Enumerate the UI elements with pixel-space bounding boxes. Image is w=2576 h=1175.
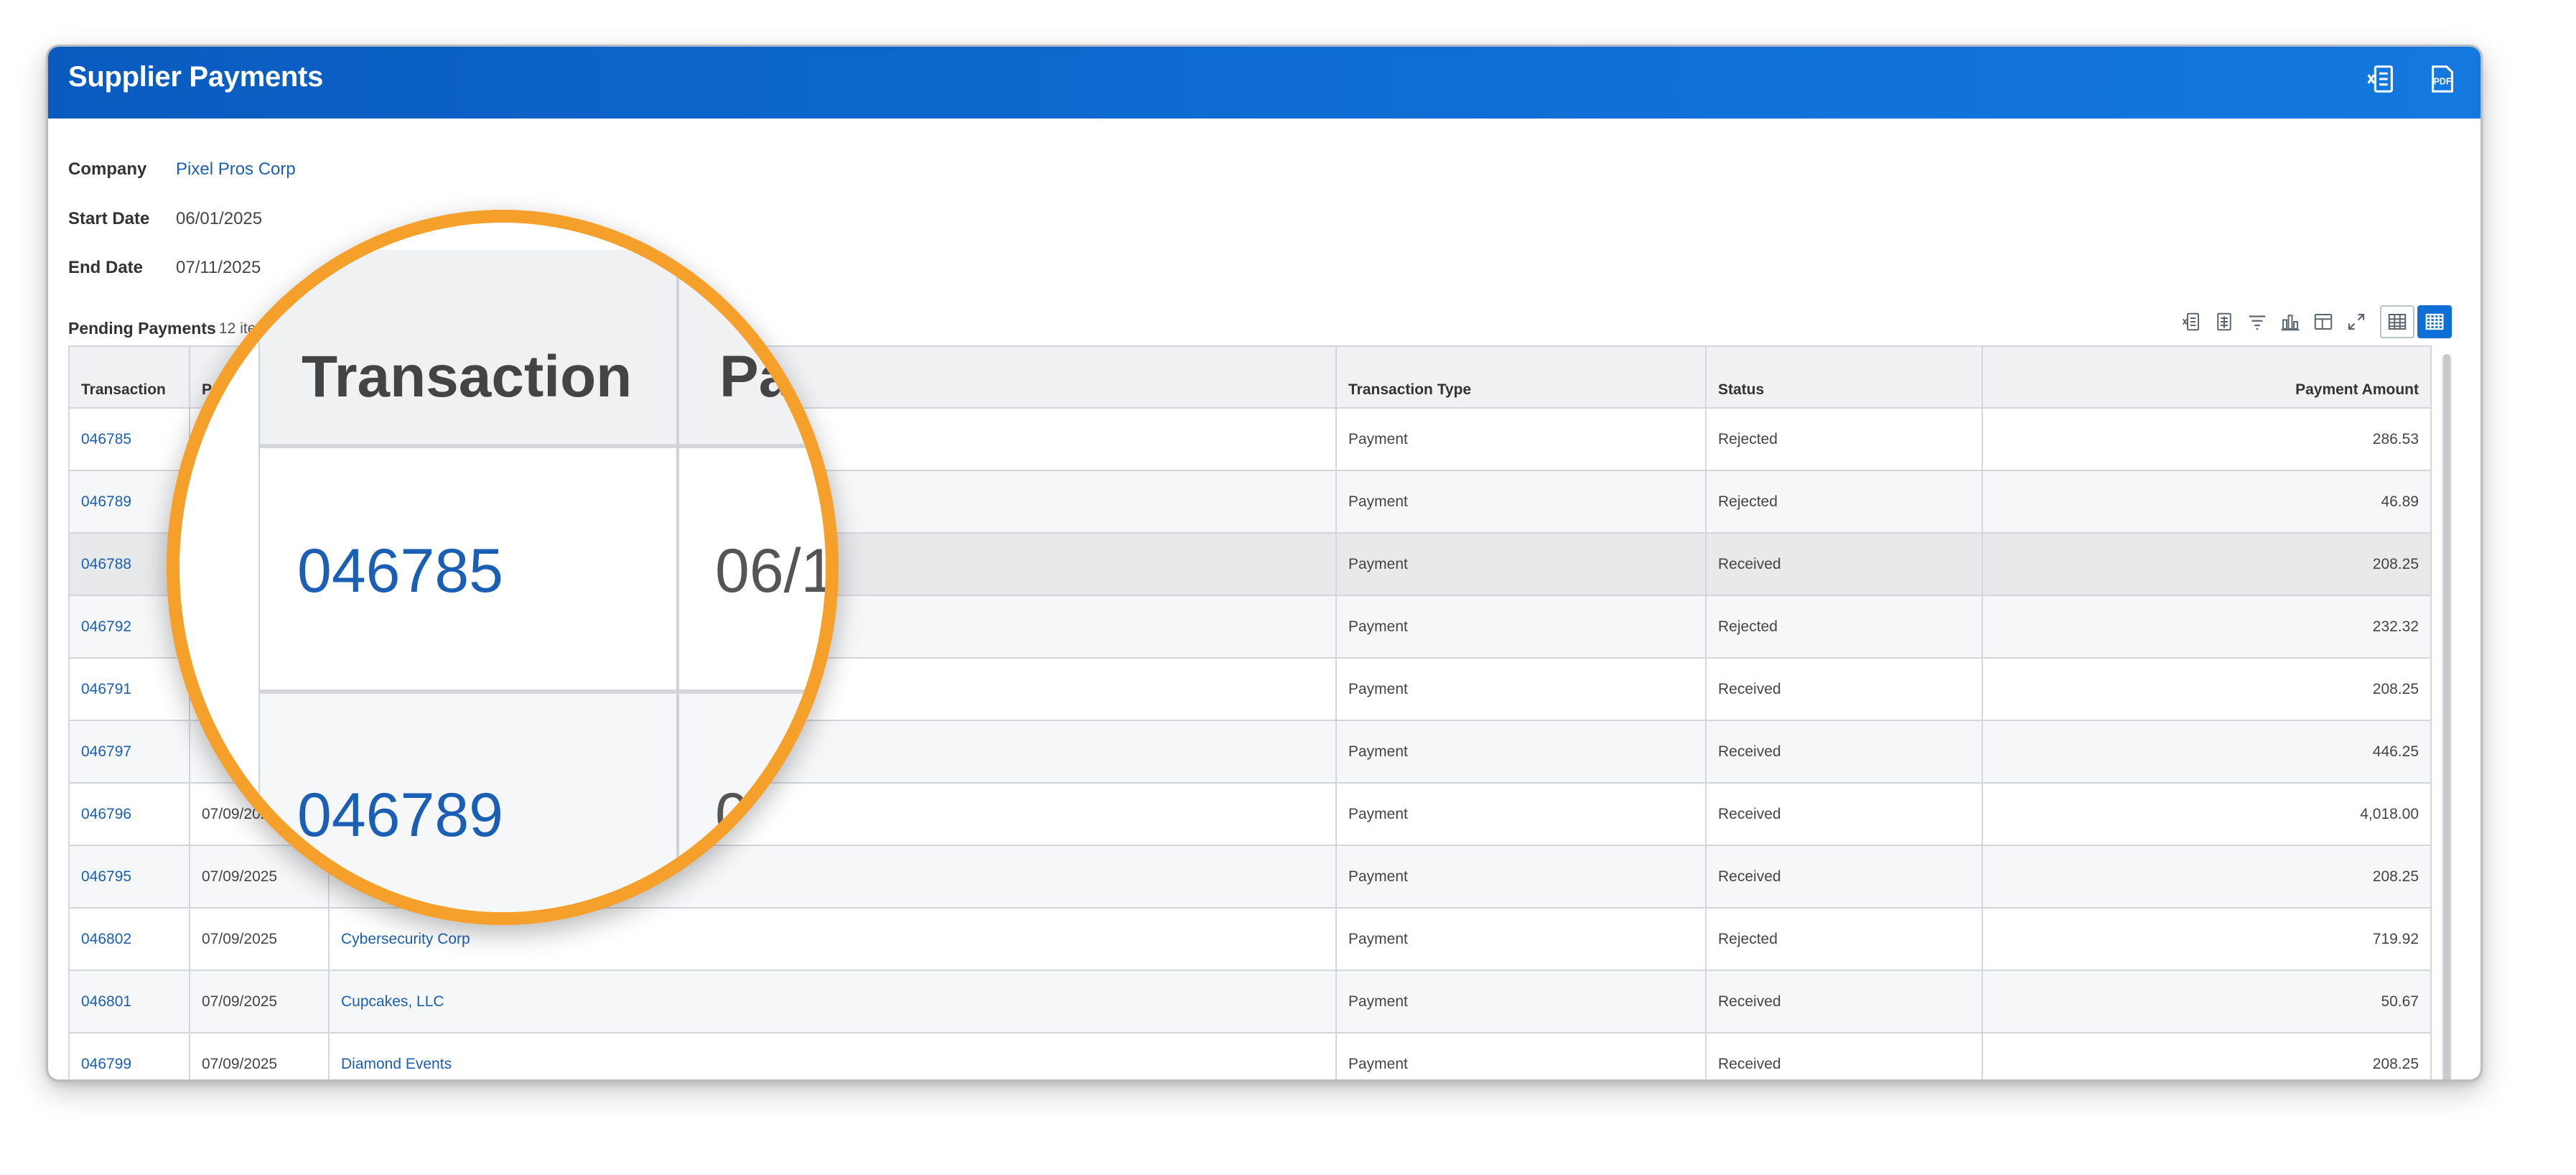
payment-date-cell: 07/09/2025 <box>190 908 330 971</box>
payment-amount-cell: 208.25 <box>1982 658 2432 721</box>
status-cell: Received <box>1706 658 1983 721</box>
status-cell: Received <box>1706 970 1983 1034</box>
magnified-date-1: 06/1 <box>715 537 836 605</box>
column-header-transaction-type[interactable]: Transaction Type <box>1336 346 1707 409</box>
magnified-transaction-1: 046785 <box>297 537 503 605</box>
payment-amount-cell: 46.89 <box>1982 470 2432 534</box>
start-date-label: Start Date <box>68 209 150 228</box>
transaction-type-cell: Payment <box>1336 595 1707 659</box>
filter-icon[interactable] <box>2242 307 2272 337</box>
payment-date-cell: 07/09/2025 <box>190 1033 330 1079</box>
status-cell: Rejected <box>1706 908 1983 971</box>
export-pdf-icon[interactable]: PDF <box>2426 62 2459 96</box>
table-row[interactable]: 046801 07/09/2025 Cupcakes, LLC Payment Rece… <box>69 970 2432 1034</box>
payment-amount-cell: 50.67 <box>1982 970 2432 1034</box>
status-cell: Received <box>1706 845 1983 909</box>
status-cell: Rejected <box>1706 470 1983 534</box>
table-view-icon[interactable] <box>2380 305 2414 338</box>
supplier-link[interactable]: Diamond Events <box>329 1033 1337 1079</box>
transaction-type-cell: Payment <box>1336 470 1707 534</box>
magnifier-callout: Transaction Pay 046785 06/1 046789 07 <box>167 210 839 925</box>
transaction-type-cell: Payment <box>1336 783 1707 846</box>
magnified-column-border <box>258 228 260 912</box>
transaction-link[interactable]: 046795 <box>69 845 190 909</box>
export-excel-icon[interactable] <box>2176 307 2206 337</box>
payment-date-cell: 07/09/2025 <box>190 970 330 1034</box>
column-header-payment-amount[interactable]: Payment Amount <box>1982 346 2432 409</box>
column-header-status[interactable]: Status <box>1706 346 1983 409</box>
title-bar: Supplier Payments PDF <box>48 47 2481 119</box>
transaction-type-cell: Payment <box>1336 970 1707 1034</box>
magnified-header-transaction: Transaction <box>302 344 633 409</box>
table-row[interactable]: 046799 07/09/2025 Diamond Events Payment Rec… <box>69 1033 2432 1079</box>
fullscreen-icon[interactable] <box>2341 307 2371 337</box>
chart-icon[interactable] <box>2275 307 2305 337</box>
magnified-header-payment: Pay <box>719 344 824 409</box>
magnified-divider <box>258 444 826 448</box>
status-cell: Received <box>1706 783 1983 846</box>
transaction-link[interactable]: 046785 <box>69 408 190 471</box>
payment-amount-cell: 286.53 <box>1982 408 2432 471</box>
magnified-divider <box>258 689 826 694</box>
magnified-date-2: 07 <box>715 781 784 850</box>
transaction-link[interactable]: 046802 <box>69 908 190 971</box>
transaction-link[interactable]: 046791 <box>69 658 190 721</box>
transaction-link[interactable]: 046796 <box>69 783 190 846</box>
payment-amount-cell: 232.32 <box>1982 595 2432 659</box>
transaction-type-cell: Payment <box>1336 1033 1707 1079</box>
status-cell: Received <box>1706 720 1983 784</box>
magnified-column-border <box>676 228 679 912</box>
payment-amount-cell: 446.25 <box>1982 720 2432 784</box>
grid-view-icon[interactable] <box>2417 305 2452 338</box>
transaction-type-cell: Payment <box>1336 533 1707 596</box>
transaction-type-cell: Payment <box>1336 720 1707 784</box>
payment-amount-cell: 719.92 <box>1982 908 2432 971</box>
table-toolbar <box>2176 305 2452 338</box>
page-title: Supplier Payments <box>68 61 324 93</box>
export-worksheet-icon[interactable] <box>2209 307 2239 337</box>
transaction-type-cell: Payment <box>1336 908 1707 971</box>
transaction-type-cell: Payment <box>1336 658 1707 721</box>
transaction-link[interactable]: 046801 <box>69 970 190 1034</box>
column-header-transaction[interactable]: Transaction <box>69 346 190 409</box>
supplier-link[interactable]: Cupcakes, LLC <box>329 970 1337 1034</box>
magnified-transaction-2: 046789 <box>297 781 503 850</box>
pdf-label: PDF <box>2434 77 2452 87</box>
end-date-label: End Date <box>68 258 144 277</box>
company-label: Company <box>68 159 147 179</box>
table-row[interactable]: 046802 07/09/2025 Cybersecurity Corp Paymen… <box>69 908 2432 971</box>
payment-amount-cell: 4,018.00 <box>1982 783 2432 846</box>
column-layout-icon[interactable] <box>2308 307 2338 337</box>
payment-amount-cell: 208.25 <box>1982 533 2432 596</box>
payment-amount-cell: 208.25 <box>1982 845 2432 909</box>
status-cell: Received <box>1706 533 1983 596</box>
payment-amount-cell: 208.25 <box>1982 1033 2432 1079</box>
scrollbar-thumb[interactable] <box>2443 354 2450 1079</box>
transaction-link[interactable]: 046799 <box>69 1033 190 1079</box>
table-scrollbar[interactable] <box>2442 354 2452 1079</box>
transaction-link[interactable]: 046797 <box>69 720 190 784</box>
status-cell: Received <box>1706 1033 1983 1079</box>
transaction-type-cell: Payment <box>1336 408 1707 471</box>
status-cell: Rejected <box>1706 595 1983 659</box>
status-cell: Rejected <box>1706 408 1983 471</box>
company-link[interactable]: Pixel Pros Corp <box>176 159 296 180</box>
transaction-type-cell: Payment <box>1336 845 1707 909</box>
export-excel-icon[interactable] <box>2364 62 2397 96</box>
